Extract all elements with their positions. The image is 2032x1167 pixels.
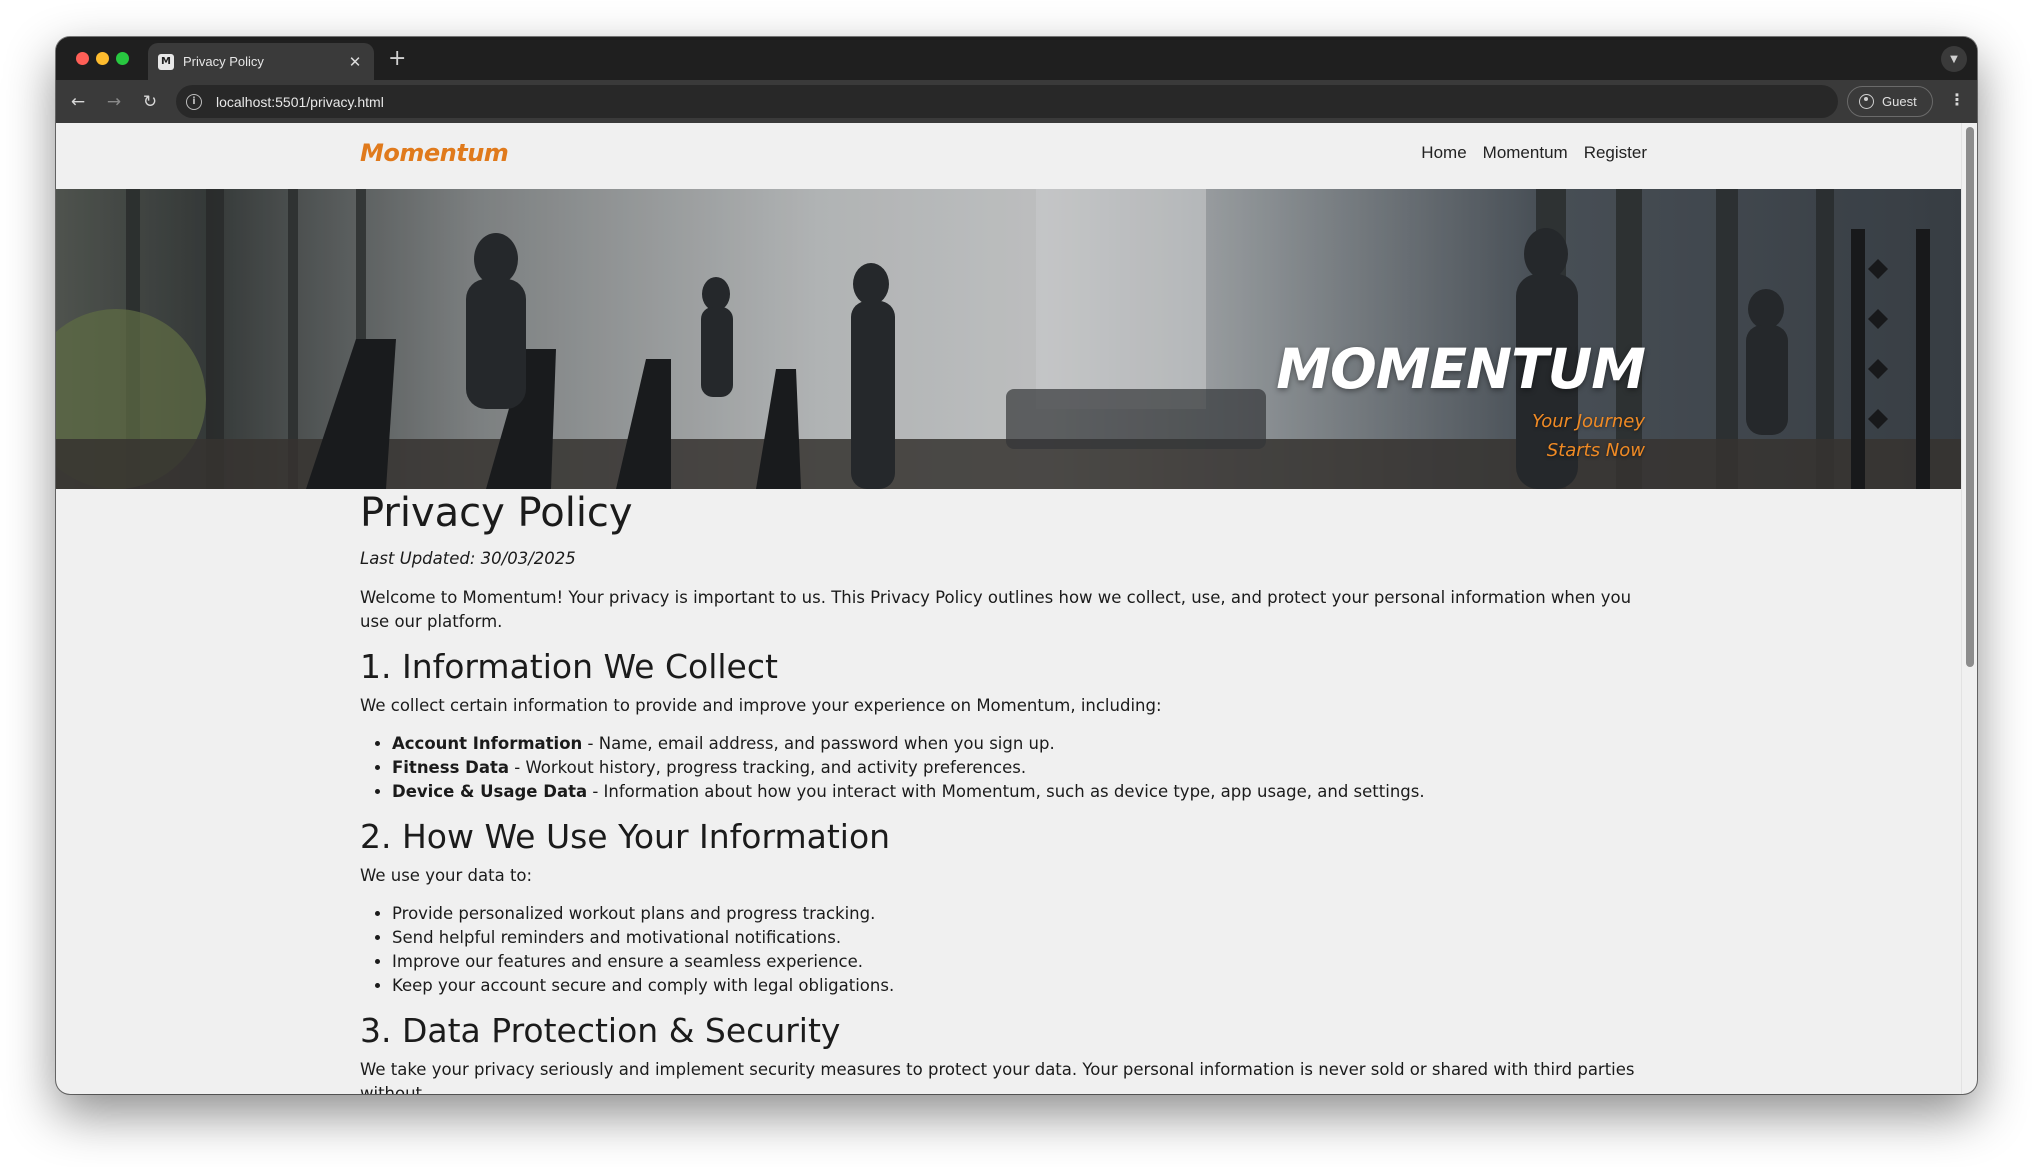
hero-title: MOMENTUM <box>1276 337 1646 401</box>
list-item: Account Information - Name, email addres… <box>392 732 1660 756</box>
back-arrow-icon[interactable]: ← <box>65 89 91 115</box>
last-updated: Last Updated: 30/03/2025 <box>360 549 576 568</box>
use-list: Provide personalized workout plans and p… <box>360 902 1660 998</box>
browser-tab[interactable]: M Privacy Policy ✕ <box>148 43 374 80</box>
page-viewport: Momentum Home Momentum Register MOMENTUM… <box>56 123 1961 1094</box>
url-text[interactable]: localhost:5501/privacy.html <box>216 94 384 110</box>
list-item: Device & Usage Data - Information about … <box>392 780 1660 804</box>
reload-icon[interactable]: ↻ <box>137 89 163 115</box>
tab-title: Privacy Policy <box>183 54 264 69</box>
list-item: Improve our features and ensure a seamle… <box>392 950 1660 974</box>
hero-tagline: Your Journey Starts Now <box>1532 411 1645 461</box>
forward-arrow-icon[interactable]: → <box>101 89 127 115</box>
list-item: Provide personalized workout plans and p… <box>392 902 1660 926</box>
list-item-text: - Information about how you interact wit… <box>587 782 1425 801</box>
tab-search-chevron-icon[interactable]: ▼ <box>1941 46 1967 72</box>
list-item-term: Account Information <box>392 734 583 753</box>
nav-link-momentum[interactable]: Momentum <box>1483 143 1568 163</box>
gym-scene-image <box>56 189 1961 489</box>
window-maximize-button[interactable] <box>116 52 129 65</box>
section-intro-collect: We collect certain information to provid… <box>360 696 1162 715</box>
collect-list: Account Information - Name, email addres… <box>360 732 1660 804</box>
section-intro-use: We use your data to: <box>360 866 533 885</box>
list-item-term: Device & Usage Data <box>392 782 588 801</box>
section-heading-collect: 1. Information We Collect <box>360 647 778 686</box>
nav-link-home[interactable]: Home <box>1421 143 1466 163</box>
site-nav-links: Home Momentum Register <box>1421 143 1647 163</box>
window-minimize-button[interactable] <box>96 52 109 65</box>
favicon-icon: M <box>158 53 174 70</box>
scrollbar-thumb[interactable] <box>1966 127 1974 667</box>
tab-strip: M Privacy Policy ✕ + ▼ <box>56 37 1977 80</box>
privacy-content: Privacy Policy Last Updated: 30/03/2025 … <box>360 489 1660 1094</box>
page-title: Privacy Policy <box>360 490 633 536</box>
intro-paragraph: Welcome to Momentum! Your privacy is imp… <box>360 588 1632 631</box>
list-item: Send helpful reminders and motivational … <box>392 926 1660 950</box>
browser-toolbar: ← → ↻ i localhost:5501/privacy.html Gues… <box>56 80 1977 123</box>
nav-link-register[interactable]: Register <box>1584 143 1647 163</box>
section-intro-security: We take your privacy seriously and imple… <box>360 1060 1635 1094</box>
site-info-icon[interactable]: i <box>186 93 202 110</box>
list-item: Fitness Data - Workout history, progress… <box>392 756 1660 780</box>
section-heading-use: 2. How We Use Your Information <box>360 817 891 856</box>
profile-button[interactable]: Guest <box>1847 86 1933 117</box>
page-scrollbar[interactable] <box>1961 123 1977 1094</box>
browser-menu-icon[interactable]: ⋮ <box>1949 92 1965 108</box>
list-item-text: - Workout history, progress tracking, an… <box>509 758 1027 777</box>
list-item: Keep your account secure and comply with… <box>392 974 1660 998</box>
site-navbar: Momentum Home Momentum Register <box>56 123 1961 189</box>
profile-avatar-icon <box>1859 94 1874 109</box>
close-tab-icon[interactable]: ✕ <box>346 53 364 71</box>
profile-label: Guest <box>1882 94 1917 109</box>
new-tab-icon[interactable]: + <box>388 46 406 71</box>
hero-banner: MOMENTUM Your Journey Starts Now <box>56 189 1961 489</box>
browser-window: M Privacy Policy ✕ + ▼ ← → ↻ i localhost… <box>56 37 1977 1094</box>
list-item-text: - Name, email address, and password when… <box>582 734 1055 753</box>
list-item-term: Fitness Data <box>392 758 509 777</box>
site-logo[interactable]: Momentum <box>360 139 509 167</box>
window-close-button[interactable] <box>76 52 89 65</box>
section-heading-security: 3. Data Protection & Security <box>360 1011 841 1050</box>
address-bar[interactable]: i localhost:5501/privacy.html <box>176 85 1838 118</box>
